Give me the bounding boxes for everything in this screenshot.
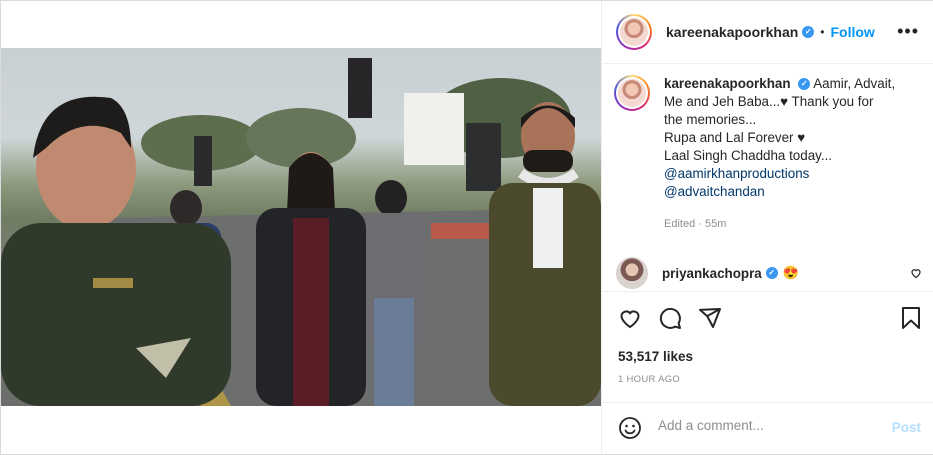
- heart-icon[interactable]: [618, 306, 642, 330]
- post-modal: kareenakapoorkhan ✓ • Follow ••• kareena…: [0, 0, 933, 455]
- post-sidebar: kareenakapoorkhan ✓ • Follow ••• kareena…: [601, 1, 933, 454]
- post-header: kareenakapoorkhan ✓ • Follow •••: [602, 1, 933, 64]
- save-icon[interactable]: [900, 306, 922, 330]
- caption-line-1: Aamir, Advait,: [813, 76, 896, 91]
- avatar-image: [620, 18, 648, 46]
- post-actions: 53,517 likes 1 HOUR AGO Post: [602, 291, 933, 452]
- caption: kareenakapoorkhan ✓ Aamir, Advait, Me an…: [614, 75, 919, 233]
- caption-text: kareenakapoorkhan ✓ Aamir, Advait, Me an…: [664, 75, 914, 233]
- follow-button[interactable]: Follow: [831, 24, 875, 40]
- share-icon[interactable]: [698, 306, 722, 330]
- comment-text: 😍: [782, 265, 799, 280]
- action-icons: [618, 306, 920, 332]
- caption-username[interactable]: kareenakapoorkhan: [664, 76, 791, 91]
- verified-icon: ✓: [798, 78, 811, 91]
- caption-line-3: the memories...: [664, 112, 757, 127]
- edited-timestamp: Edited · 55m: [664, 218, 727, 230]
- more-icon[interactable]: •••: [897, 21, 919, 42]
- verified-icon: ✓: [765, 267, 778, 279]
- caption-avatar[interactable]: [614, 75, 650, 111]
- verified-icon: ✓: [802, 26, 815, 38]
- mention-link[interactable]: @advaitchandan: [664, 183, 914, 201]
- likes-count[interactable]: 53,517 likes: [618, 349, 693, 364]
- comment-icon[interactable]: [658, 306, 682, 330]
- caption-row: kareenakapoorkhan ✓ Aamir, Advait, Me an…: [614, 75, 919, 233]
- commenter-username[interactable]: priyankachopra: [662, 266, 762, 281]
- emoji-icon[interactable]: [618, 416, 642, 440]
- caption-line-2: Me and Jeh Baba...♥ Thank you for: [664, 94, 874, 109]
- author-avatar[interactable]: [616, 14, 652, 50]
- avatar-image: [618, 79, 646, 107]
- separator-dot: •: [820, 25, 825, 39]
- author-username[interactable]: kareenakapoorkhan: [666, 24, 798, 40]
- heart-icon[interactable]: [910, 267, 922, 279]
- post-time[interactable]: 1 HOUR AGO: [618, 374, 680, 385]
- mention-link[interactable]: @aamirkhanproductions: [664, 165, 914, 183]
- caption-line-5: Laal Singh Chaddha today...: [664, 148, 833, 163]
- commenter-avatar[interactable]: [616, 257, 648, 289]
- avatar-inner: [618, 16, 650, 48]
- comment-input[interactable]: [658, 418, 878, 433]
- caption-line-4: Rupa and Lal Forever ♥: [664, 130, 806, 145]
- avatar-inner: [616, 77, 648, 109]
- post-photo[interactable]: [1, 48, 601, 406]
- comment-row: priyankachopra ✓ 😍: [616, 257, 922, 289]
- post-button[interactable]: Post: [892, 420, 921, 435]
- photo-column: [1, 1, 601, 454]
- add-comment-bar: Post: [602, 402, 933, 453]
